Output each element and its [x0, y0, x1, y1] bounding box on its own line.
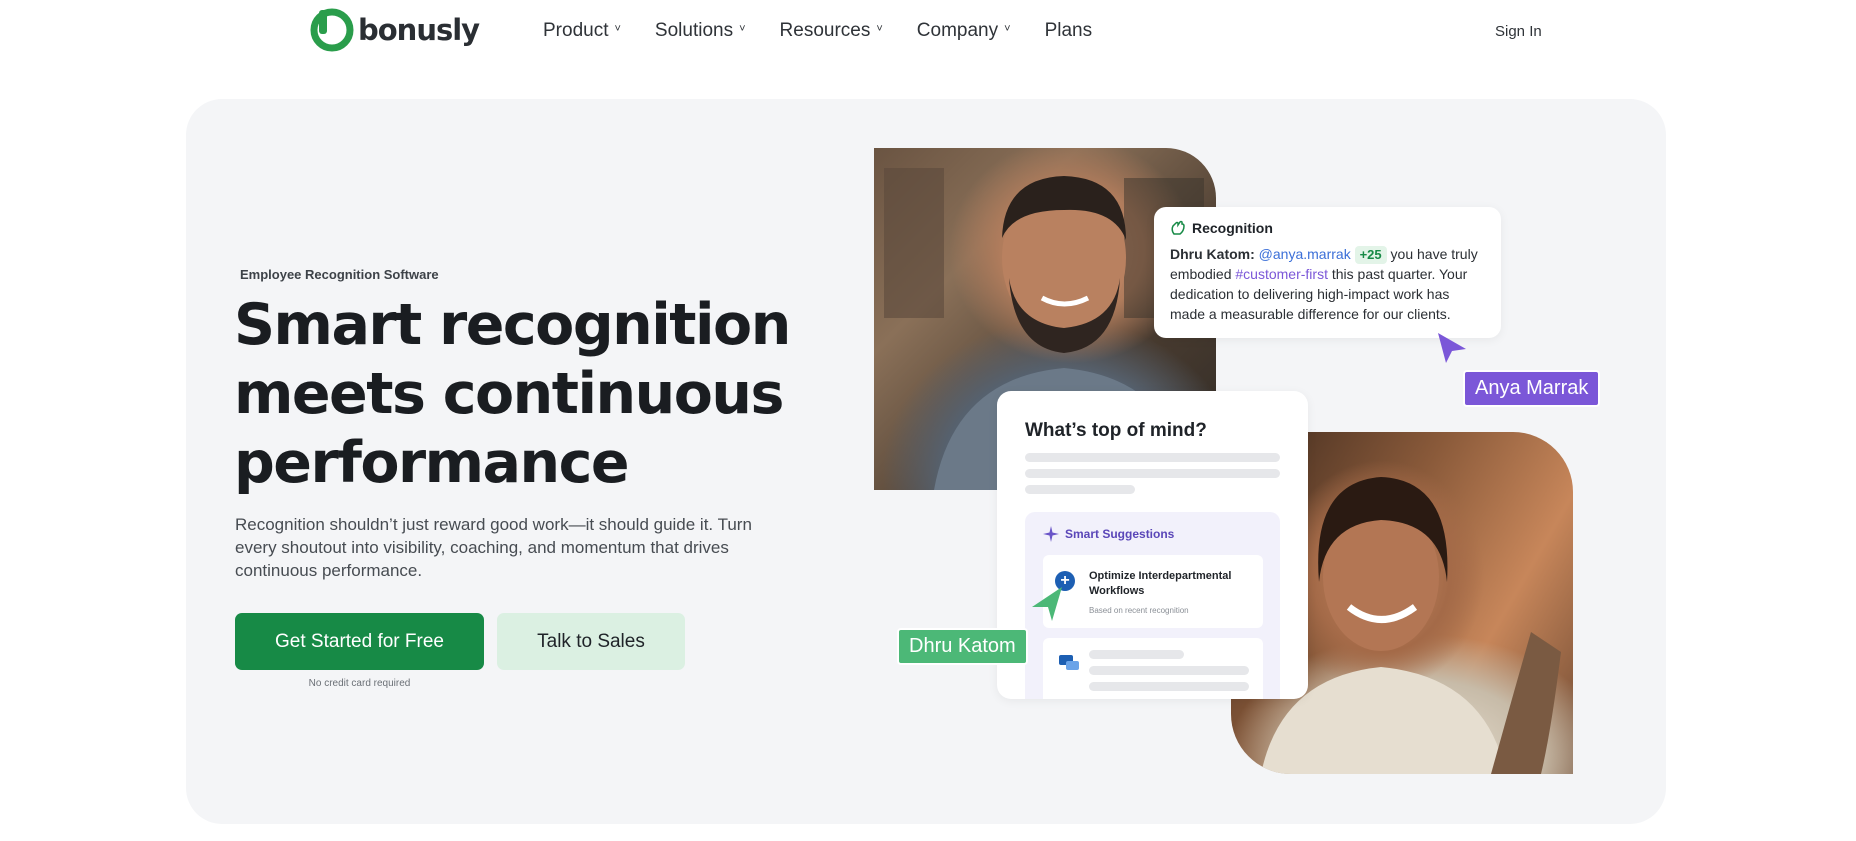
chevron-down-icon: ˅ — [1004, 23, 1011, 35]
talk-to-sales-button[interactable]: Talk to Sales — [497, 613, 685, 670]
main-nav: Product ˅ Solutions ˅ Resources ˅ Compan… — [543, 20, 1092, 42]
nav-item-plans[interactable]: Plans — [1045, 20, 1093, 42]
recognition-message: Dhru Katom: @anya.marrak +25 you have tr… — [1170, 244, 1485, 324]
cursor-tag-anya: Anya Marrak — [1463, 370, 1601, 407]
nav-item-product[interactable]: Product ˅ — [543, 20, 621, 42]
hero-headline: Smart recognition meets continuous perfo… — [234, 292, 791, 496]
cursor-pointer-icon — [1032, 587, 1062, 621]
cursor-tag-dhru: Dhru Katom — [897, 628, 1028, 665]
recognition-card-header: Recognition — [1170, 220, 1485, 236]
nav-label: Product — [543, 20, 609, 41]
suggestion-item[interactable] — [1043, 638, 1263, 699]
suggestion-subtitle: Based on recent recognition — [1089, 606, 1189, 615]
suggestion-title: Optimize Interdepartmental Workflows — [1089, 570, 1232, 597]
recognition-hashtag: #customer-first — [1235, 266, 1328, 282]
chevron-down-icon: ˅ — [739, 23, 746, 35]
recognition-card: Recognition Dhru Katom: @anya.marrak +25… — [1154, 207, 1501, 338]
top-of-mind-card: What’s top of mind? Smart Suggestions + … — [997, 391, 1308, 699]
site-header: bonusly Product ˅ Solutions ˅ Resources … — [0, 0, 1856, 66]
nav-item-company[interactable]: Company ˅ — [917, 20, 1011, 42]
sparkle-icon — [1043, 526, 1059, 542]
nav-label: Plans — [1044, 20, 1093, 41]
recognition-author: Dhru Katom: — [1170, 246, 1255, 262]
brand-name: bonusly — [358, 13, 480, 47]
skeleton-line — [1089, 666, 1249, 675]
sign-in-link[interactable]: Sign In — [1495, 23, 1542, 40]
skeleton-line — [1025, 453, 1280, 462]
nav-label: Solutions — [654, 20, 734, 41]
brand-logo[interactable]: bonusly — [310, 8, 480, 52]
skeleton-line — [1089, 650, 1184, 659]
skeleton-line — [1089, 682, 1249, 691]
smart-suggestions-header: Smart Suggestions — [1043, 526, 1174, 542]
bonusly-logo-icon — [310, 8, 354, 52]
nav-label: Resources — [779, 20, 871, 41]
chevron-down-icon: ˅ — [876, 23, 883, 35]
skeleton-line — [1025, 469, 1280, 478]
nav-item-resources[interactable]: Resources ˅ — [780, 20, 883, 42]
skeleton-line — [1025, 485, 1135, 494]
cursor-pointer-icon — [1438, 333, 1466, 363]
no-credit-card-note: No credit card required — [308, 678, 411, 689]
smart-suggestions-title: Smart Suggestions — [1065, 527, 1175, 541]
clapping-hands-icon — [1171, 220, 1185, 235]
hero-eyebrow: Employee Recognition Software — [240, 267, 439, 282]
get-started-button[interactable]: Get Started for Free — [235, 613, 484, 670]
recognition-card-title: Recognition — [1192, 220, 1273, 236]
nav-label: Company — [916, 20, 999, 41]
chevron-down-icon: ˅ — [614, 23, 621, 35]
top-of-mind-title: What’s top of mind? — [1025, 420, 1207, 441]
suggestion-item[interactable]: + Optimize Interdepartmental Workflows B… — [1043, 555, 1263, 628]
chat-bubbles-icon — [1059, 655, 1079, 670]
hero-subtext: Recognition shouldn’t just reward good w… — [235, 515, 752, 580]
nav-item-solutions[interactable]: Solutions ˅ — [655, 20, 746, 42]
recognition-points-badge: +25 — [1354, 246, 1387, 264]
recognition-mention: @anya.marrak — [1258, 246, 1351, 262]
